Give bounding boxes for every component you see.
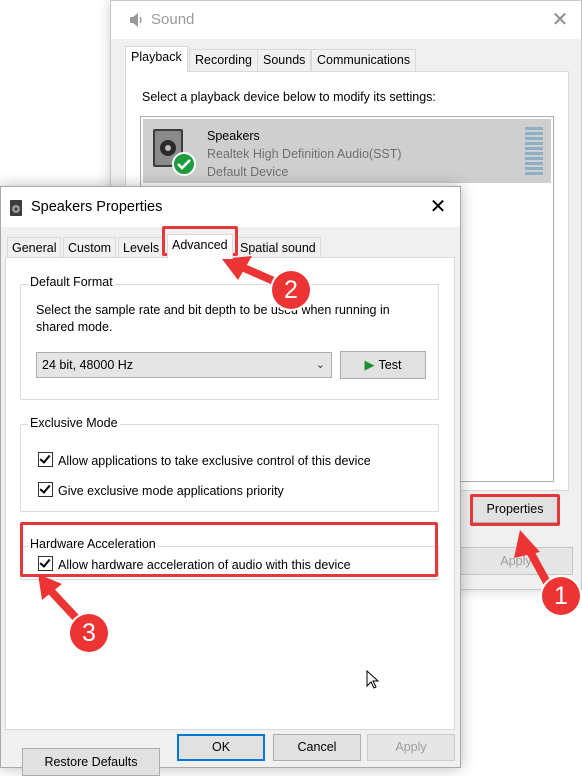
arrowhead-step-1	[514, 530, 540, 558]
arrow-step-3	[46, 586, 82, 624]
arrow-step-2	[240, 264, 280, 286]
step-2-badge: 2	[272, 271, 310, 309]
step-1-badge: 1	[542, 577, 580, 615]
tab-advanced[interactable]: Advanced	[167, 234, 233, 259]
step-3-badge: 3	[70, 614, 108, 652]
tab-playback[interactable]: Playback	[125, 46, 188, 72]
annotation-arrows	[38, 256, 554, 624]
mouse-cursor-icon	[366, 670, 380, 689]
